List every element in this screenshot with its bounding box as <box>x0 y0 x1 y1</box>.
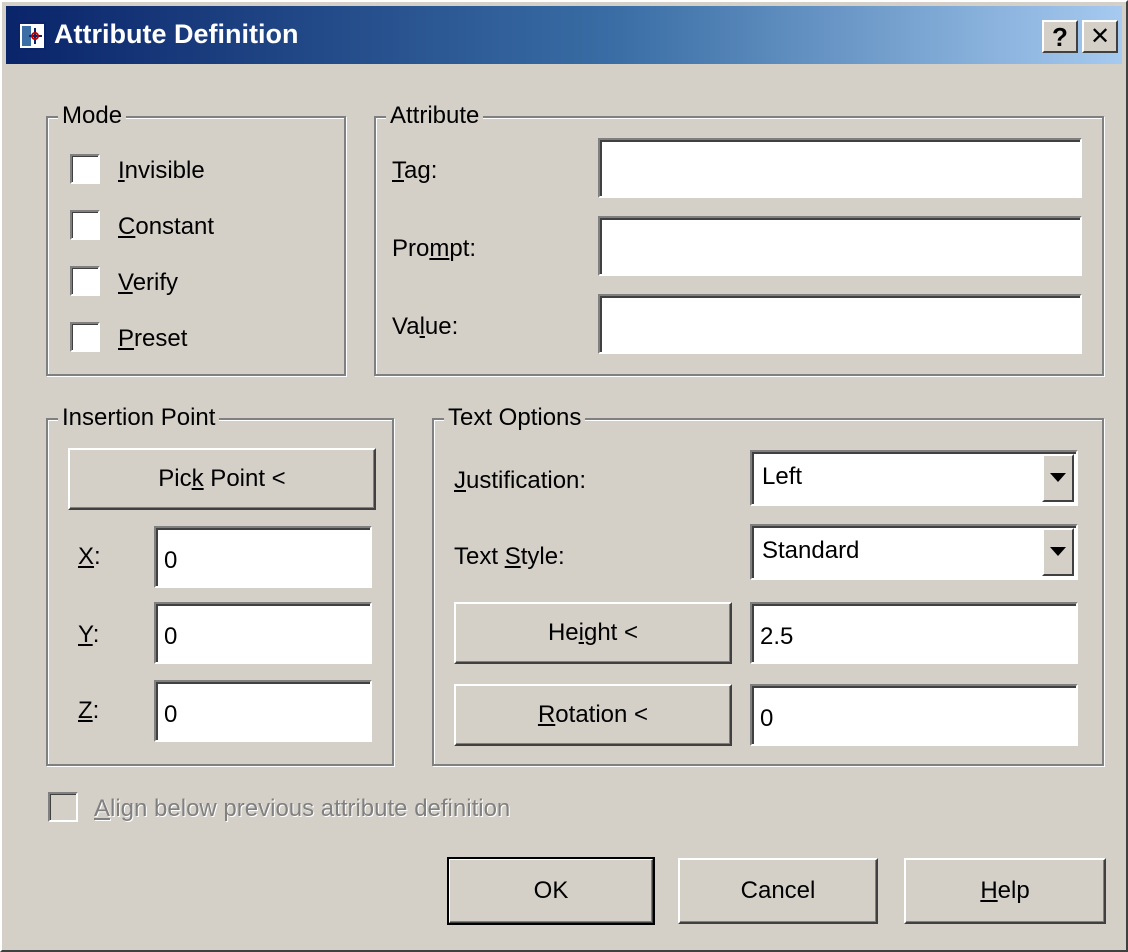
constant-label[interactable]: Constant <box>118 212 214 242</box>
rotation-input[interactable] <box>750 684 1078 746</box>
align-below-checkbox[interactable] <box>48 792 78 822</box>
pick-point-button[interactable]: Pic k Point < <box>68 448 376 510</box>
attribute-app-icon <box>18 22 46 50</box>
dropdown-arrow-icon <box>1050 473 1066 482</box>
preset-checkbox[interactable] <box>70 322 100 352</box>
attribute-group-title: Attribute <box>386 101 484 131</box>
window-title: Attribute Definition <box>54 19 299 49</box>
cancel-button[interactable]: Cancel <box>678 858 878 924</box>
insertion-point-group-title: Insertion Point <box>58 403 220 433</box>
rotation-button[interactable]: Rotation < <box>454 684 732 746</box>
text-style-label: Text Style: <box>454 543 565 570</box>
justification-value: Left <box>762 463 803 490</box>
x-label: X: <box>78 543 101 570</box>
justification-label: Justification: <box>454 467 587 494</box>
value-label: Value: <box>392 313 459 340</box>
ok-button[interactable]: OK <box>447 857 655 925</box>
preset-label[interactable]: Preset <box>118 324 187 354</box>
help-question-button[interactable]: ? <box>1042 20 1078 53</box>
value-input[interactable] <box>598 294 1082 354</box>
verify-label[interactable]: Verify <box>118 268 178 298</box>
verify-checkbox[interactable] <box>70 266 100 296</box>
prompt-input[interactable] <box>598 216 1082 276</box>
height-input[interactable] <box>750 602 1078 664</box>
justification-combo[interactable]: Left <box>750 450 1078 506</box>
y-input[interactable] <box>154 602 372 664</box>
title-bar[interactable]: Attribute Definition ? ✕ <box>6 6 1122 64</box>
justification-dropdown-button[interactable] <box>1042 454 1074 502</box>
help-button[interactable]: Help <box>904 858 1106 924</box>
close-button[interactable]: ✕ <box>1082 20 1118 53</box>
z-input[interactable] <box>154 680 372 742</box>
close-icon: ✕ <box>1089 22 1111 50</box>
z-label: Z: <box>78 697 100 724</box>
height-button[interactable]: He i ght < <box>454 602 732 664</box>
y-label: Y: <box>78 621 100 648</box>
align-below-label[interactable]: Align below previous attribute definitio… <box>94 794 510 824</box>
x-input[interactable] <box>154 526 372 588</box>
constant-checkbox[interactable] <box>70 210 100 240</box>
text-options-group-title: Text Options <box>444 403 586 433</box>
prompt-label: Prompt: <box>392 235 477 262</box>
text-style-dropdown-button[interactable] <box>1042 528 1074 576</box>
invisible-checkbox[interactable] <box>70 154 100 184</box>
tag-input[interactable] <box>598 138 1082 198</box>
invisible-label[interactable]: Invisible <box>118 156 205 186</box>
mode-group-title: Mode <box>58 101 127 131</box>
text-style-value: Standard <box>762 537 860 564</box>
dropdown-arrow-icon <box>1050 547 1066 556</box>
text-style-combo[interactable]: Standard <box>750 524 1078 580</box>
question-icon: ? <box>1052 21 1068 52</box>
tag-label: Tag: <box>392 157 438 184</box>
attribute-definition-dialog: Attribute Definition ? ✕ Mode Invisible … <box>0 0 1128 952</box>
